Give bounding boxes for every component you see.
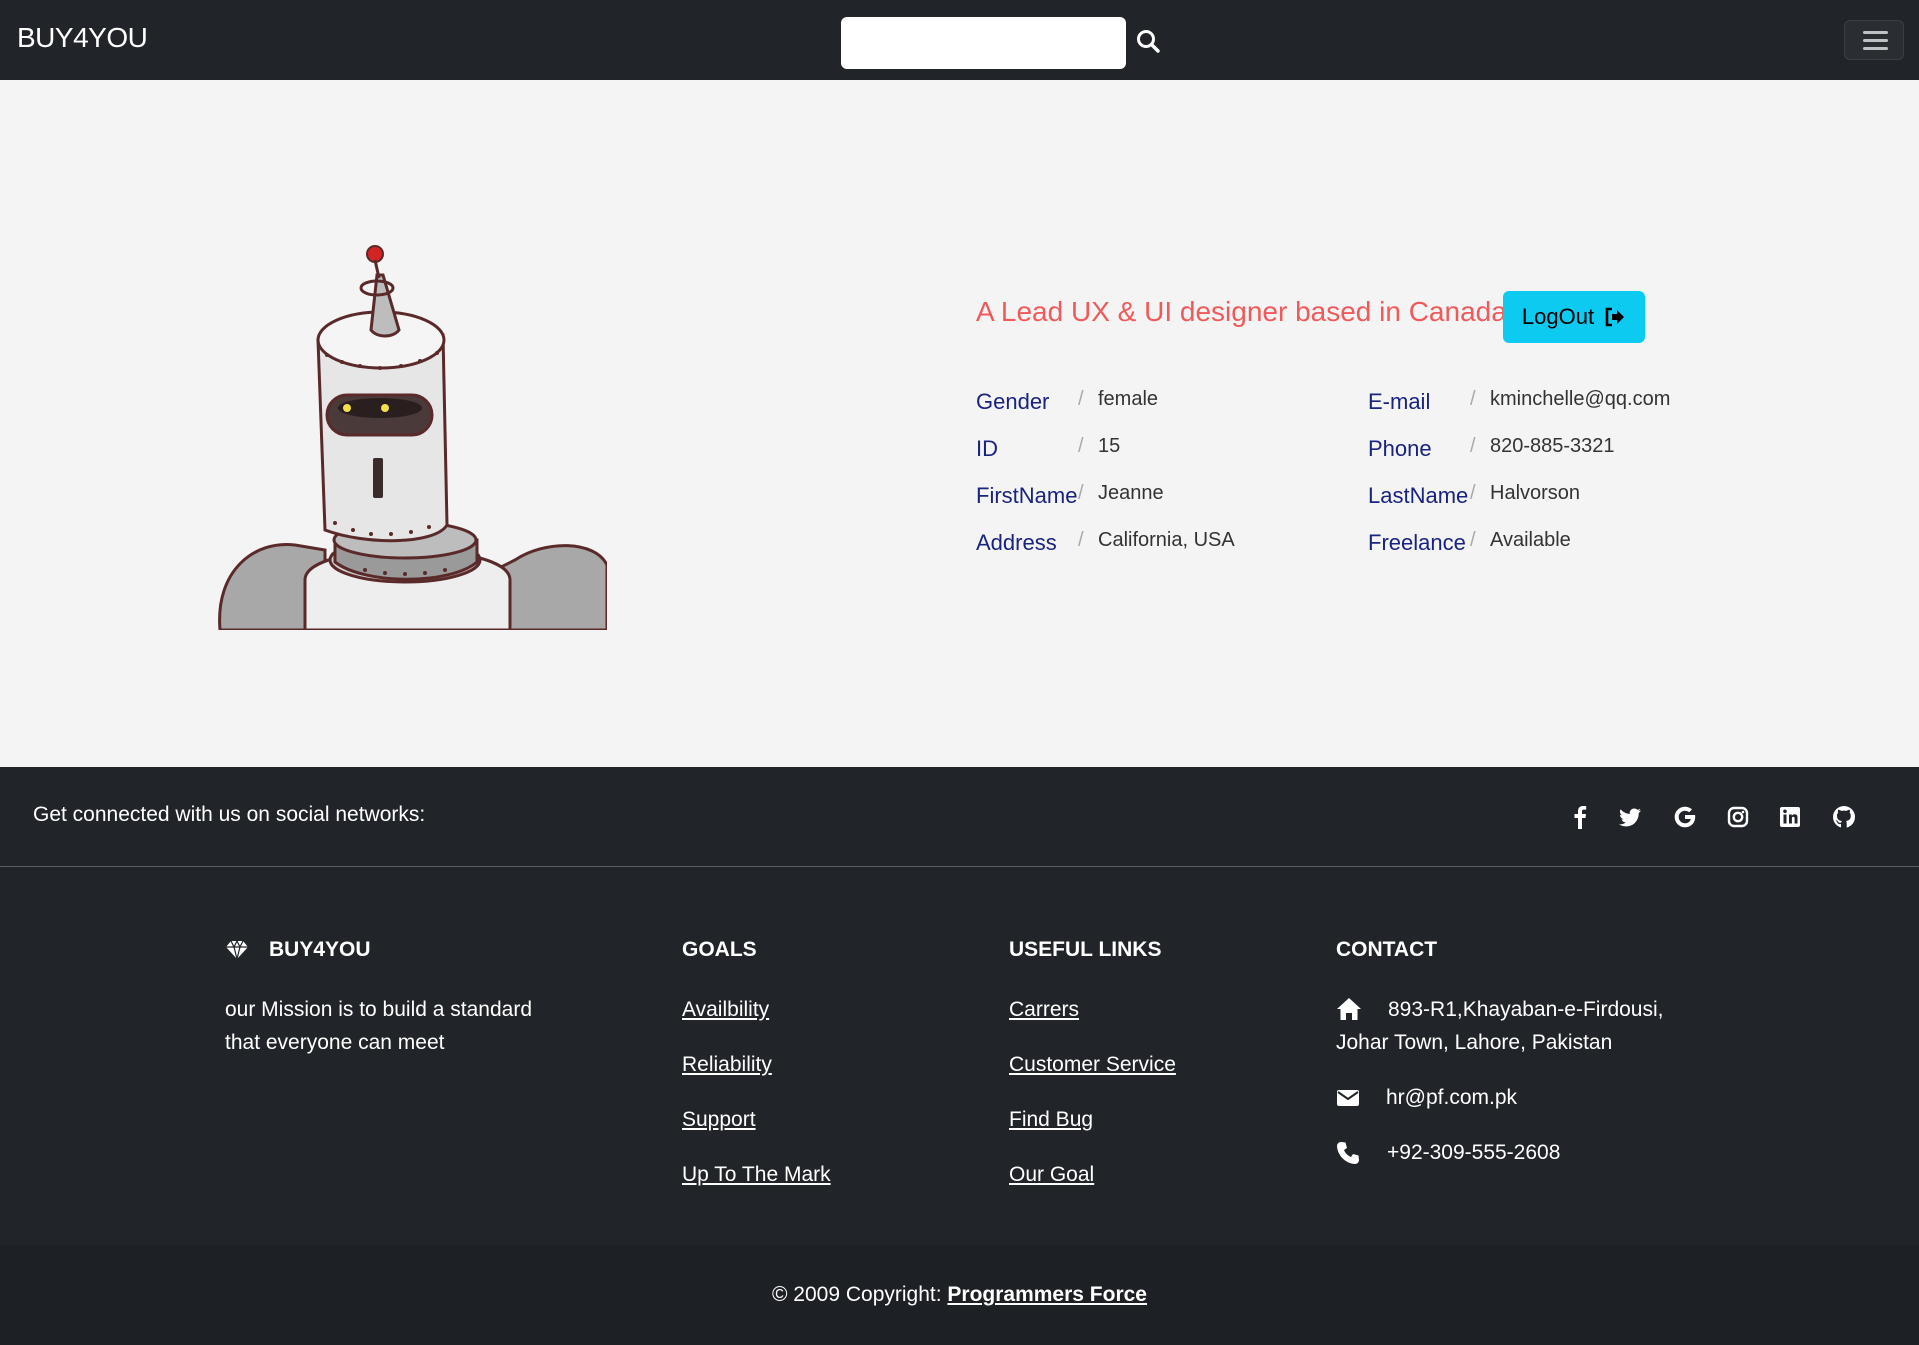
email-label: E-mail [1368, 389, 1431, 414]
profile-headline: A Lead UX & UI designer based in Canada [976, 296, 1507, 327]
email-value: kminchelle@qq.com [1490, 388, 1671, 410]
phone-value: 820-885-3321 [1490, 435, 1615, 457]
field-separator: / [1078, 529, 1084, 551]
contact-email: hr@pf.com.pk [1386, 1086, 1518, 1109]
mission-line-1: our Mission is to build a standard [225, 998, 532, 1021]
goal-link-availbility[interactable]: Availbility [682, 998, 769, 1022]
copyright-link[interactable]: Programmers Force [947, 1283, 1147, 1306]
field-separator: / [1470, 529, 1476, 551]
useful-link-customer-service[interactable]: Customer Service [1009, 1053, 1176, 1077]
address-label: Address [976, 530, 1057, 555]
profile-avatar [215, 240, 609, 632]
logout-button[interactable]: LogOut [1503, 291, 1645, 343]
useful-links-heading: USEFUL LINKS [1009, 938, 1162, 961]
freelance-label: Freelance [1368, 530, 1466, 555]
envelope-icon [1336, 1088, 1360, 1108]
navbar: BUY4YOU [0, 0, 1919, 80]
instagram-icon[interactable] [1724, 803, 1752, 831]
address-value: California, USA [1098, 529, 1235, 551]
goal-link-support[interactable]: Support [682, 1108, 756, 1132]
goals-heading: GOALS [682, 938, 757, 961]
freelance-value: Available [1490, 529, 1571, 551]
id-label: ID [976, 436, 998, 461]
gender-label: Gender [976, 389, 1050, 414]
facebook-icon[interactable] [1566, 803, 1594, 831]
contact-heading: CONTACT [1336, 938, 1438, 961]
copyright-prefix: © 2009 Copyright: [771, 1283, 942, 1306]
gender-value: female [1098, 388, 1159, 410]
field-separator: / [1078, 388, 1084, 410]
google-icon[interactable] [1671, 803, 1699, 831]
id-value: 15 [1098, 435, 1121, 457]
useful-link-find-bug[interactable]: Find Bug [1009, 1108, 1093, 1132]
firstname-value: Jeanne [1098, 482, 1164, 504]
goal-link-up-to-the-mark[interactable]: Up To The Mark [682, 1163, 831, 1187]
useful-link-our-goal[interactable]: Our Goal [1009, 1163, 1094, 1187]
gem-icon [225, 937, 249, 961]
contact-address-line-1: 893-R1,Khayaban-e-Firdousi, [1388, 998, 1664, 1021]
field-separator: / [1078, 435, 1084, 457]
field-separator: / [1078, 482, 1084, 504]
copyright-text: © 2009 Copyright: Programmers Force [0, 1283, 1919, 1307]
mission-line-2: that everyone can meet [225, 1031, 445, 1054]
hamburger-icon [1863, 31, 1888, 34]
linkedin-icon[interactable] [1776, 803, 1804, 831]
twitter-icon[interactable] [1616, 803, 1644, 831]
copyright-bar: © 2009 Copyright: Programmers Force [0, 1245, 1919, 1345]
phone-icon [1336, 1141, 1360, 1165]
field-separator: / [1470, 482, 1476, 504]
firstname-label: FirstName [976, 483, 1078, 508]
useful-link-carrers[interactable]: Carrers [1009, 998, 1079, 1022]
phone-label: Phone [1368, 436, 1432, 461]
menu-toggle-button[interactable] [1844, 20, 1904, 60]
contact-phone: +92-309-555-2608 [1387, 1141, 1561, 1164]
lastname-value: Halvorson [1490, 482, 1581, 504]
brand-logo[interactable]: BUY4YOU [17, 22, 148, 54]
footer: BUY4YOU our Mission is to build a standa… [0, 867, 1919, 1245]
footer-brand: BUY4YOU [269, 938, 371, 961]
social-bar: Get connected with us on social networks… [0, 767, 1919, 867]
search-icon[interactable] [1134, 27, 1164, 57]
social-text: Get connected with us on social networks… [33, 803, 426, 826]
goal-link-reliability[interactable]: Reliability [682, 1053, 772, 1077]
sign-out-icon [1605, 307, 1625, 327]
github-icon[interactable] [1830, 803, 1858, 831]
contact-address-line-2: Johar Town, Lahore, Pakistan [1336, 1031, 1613, 1054]
field-separator: / [1470, 435, 1476, 457]
field-separator: / [1470, 388, 1476, 410]
logout-label: LogOut [1521, 304, 1595, 329]
search-input[interactable] [841, 17, 1126, 69]
lastname-label: LastName [1368, 483, 1469, 508]
home-icon [1336, 997, 1362, 1021]
